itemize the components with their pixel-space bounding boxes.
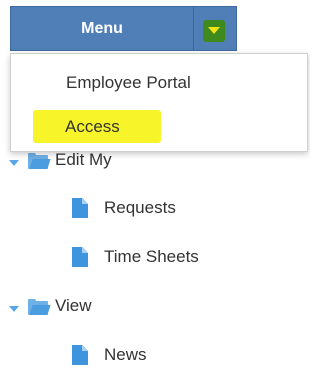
document-icon	[72, 198, 88, 218]
document-icon	[72, 345, 88, 365]
caret-down-icon[interactable]	[9, 306, 19, 312]
menu-bar[interactable]: Menu	[10, 6, 237, 51]
menu-item-label: Access	[65, 117, 120, 136]
menu-item-employee-portal[interactable]: Employee Portal	[11, 62, 307, 102]
menu-item-label: Employee Portal	[66, 73, 191, 92]
folder-open-icon	[28, 153, 51, 170]
caret-down-icon[interactable]	[9, 160, 19, 166]
tree-item-label: News	[104, 345, 147, 364]
app-stage: Edit My Requests Time Sheets View News M…	[0, 0, 310, 368]
tree-group-label: View	[55, 296, 92, 315]
tree-group-label: Edit My	[55, 150, 112, 169]
menu-divider	[193, 7, 194, 50]
menu-dropdown-toggle[interactable]	[203, 20, 225, 42]
document-icon	[72, 247, 88, 267]
chevron-down-icon	[208, 27, 220, 34]
menu-title[interactable]: Menu	[11, 7, 193, 50]
folder-open-icon	[28, 299, 51, 316]
tree-item-label: Requests	[104, 198, 176, 217]
tree-item-label: Time Sheets	[104, 247, 199, 266]
menu-dropdown: Employee Portal Access	[10, 53, 308, 152]
menu-item-access[interactable]: Access	[11, 108, 307, 148]
